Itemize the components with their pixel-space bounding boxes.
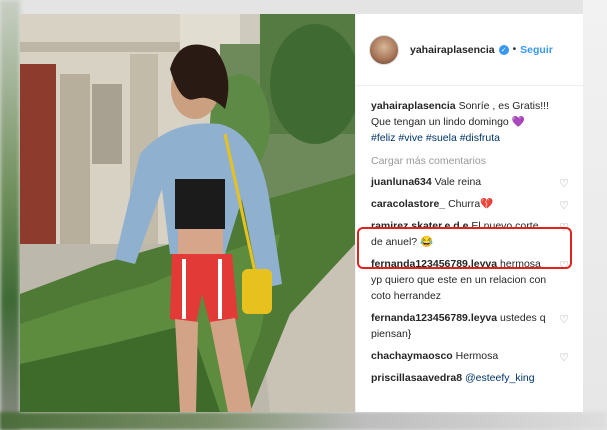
comment-username[interactable]: juanluna634: [371, 176, 432, 188]
like-heart-icon[interactable]: ♡: [559, 258, 569, 274]
comment-username[interactable]: fernanda123456789.leyva: [371, 312, 497, 324]
backdrop-bottom: [0, 412, 607, 430]
comment-item: fernanda123456789.leyva hermosa yp quier…: [356, 256, 583, 304]
avatar[interactable]: [369, 34, 399, 65]
comment-username[interactable]: chachaymaosco: [371, 350, 453, 362]
like-heart-icon[interactable]: ♡: [559, 220, 569, 236]
separator-dot: •: [512, 44, 517, 55]
header-username[interactable]: yahairaplasencia: [410, 44, 495, 56]
comment-item: chachaymaosco Hermosa ♡: [356, 348, 583, 364]
comment-username[interactable]: fernanda123456789.leyva: [371, 258, 497, 270]
comment-username[interactable]: caracolastore_: [371, 198, 445, 210]
backdrop-left: [0, 0, 20, 430]
like-heart-icon[interactable]: ♡: [559, 198, 569, 214]
comment-username[interactable]: ramirez.skater.e.d.e: [371, 220, 468, 232]
post-header: yahairaplasencia ✓ • Seguir: [356, 14, 583, 86]
follow-button[interactable]: Seguir: [520, 44, 553, 56]
caption-username[interactable]: yahairaplasencia: [371, 100, 456, 112]
comment-text: Hermosa: [455, 350, 499, 362]
comment-item: caracolastore_ Churra💔 ♡: [356, 196, 583, 212]
like-heart-icon[interactable]: ♡: [559, 350, 569, 366]
comment-item: juanluna634 Vale reina ♡: [356, 174, 583, 190]
comment-item: priscillasaavedra8 @esteefy_king: [356, 370, 583, 386]
verified-badge-icon: ✓: [498, 44, 509, 55]
photo-illustration: [20, 14, 355, 412]
comments-panel: yahairaplasencia ✓ • Seguir yahairaplase…: [355, 14, 583, 412]
comment-mention[interactable]: @esteefy_king: [465, 372, 535, 384]
load-more-comments-link[interactable]: Cargar más comentarios: [356, 146, 583, 173]
caption-hashtags[interactable]: #feliz #vive #suela #disfruta: [371, 132, 500, 144]
comment-text: Churra💔: [448, 198, 494, 210]
like-heart-icon[interactable]: ♡: [559, 176, 569, 192]
comment-item: ramirez.skater.e.d.e El nuevo corte de a…: [356, 218, 583, 250]
post-caption: yahairaplasencia Sonríe , es Gratis!!! Q…: [356, 86, 583, 146]
comment-username[interactable]: priscillasaavedra8: [371, 372, 462, 384]
like-heart-icon[interactable]: ♡: [559, 312, 569, 328]
backdrop-right: [583, 0, 607, 430]
comment-text: Vale reina: [434, 176, 482, 188]
post-photo: [20, 14, 355, 412]
comment-item: fernanda123456789.leyva ustedes q piensa…: [356, 310, 583, 342]
purple-heart-icon: 💜: [511, 116, 525, 128]
